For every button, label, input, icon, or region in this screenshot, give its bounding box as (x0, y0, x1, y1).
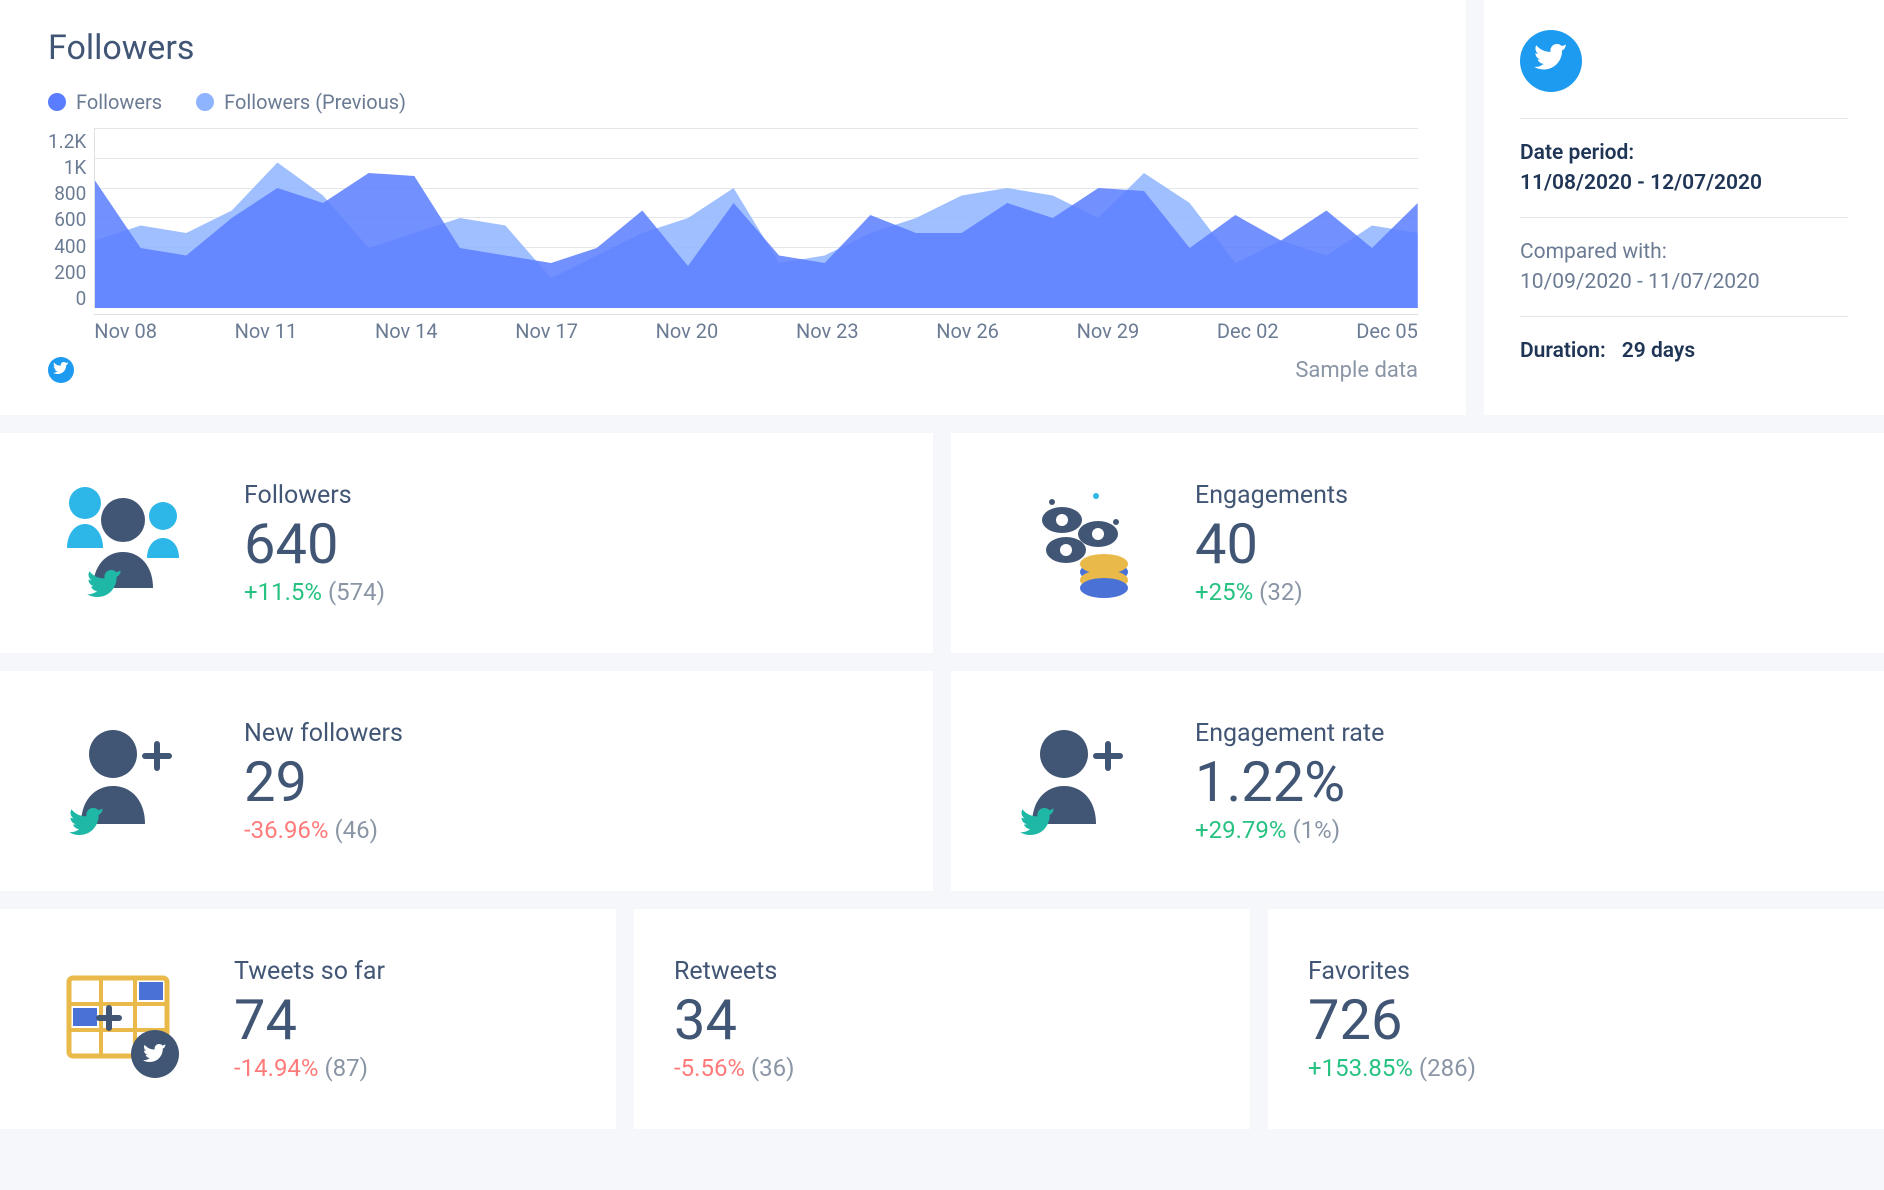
legend-label: Followers (76, 90, 162, 114)
ytick: 200 (54, 261, 86, 284)
metric-label: Retweets (674, 957, 795, 986)
metric-engagements[interactable]: Engagements 40 +25% (32) (951, 433, 1884, 653)
chart-plot-area[interactable] (94, 128, 1418, 308)
compared-with-label: Compared with: (1520, 240, 1848, 264)
metric-change: +153.85% (286) (1308, 1054, 1476, 1082)
metric-label: Followers (244, 481, 385, 510)
xtick: Nov 29 (1077, 319, 1140, 343)
date-period-label: Date period: (1520, 141, 1848, 165)
xtick: Nov 17 (515, 319, 578, 343)
legend-swatch (48, 93, 66, 111)
xtick: Nov 08 (94, 319, 157, 343)
metric-change: -5.56% (36) (674, 1054, 795, 1082)
chart-xaxis: Nov 08 Nov 11 Nov 14 Nov 17 Nov 20 Nov 23 Nov … (94, 314, 1418, 343)
duration-label: Duration: (1520, 339, 1606, 363)
date-period-value: 11/08/2020 - 12/07/2020 (1520, 171, 1848, 195)
ytick: 0 (76, 287, 87, 310)
twitter-icon (1520, 30, 1582, 92)
tweets-icon (40, 949, 200, 1089)
metric-label: Favorites (1308, 957, 1476, 986)
followers-chart-card: Followers Followers Followers (Previous)… (0, 0, 1466, 415)
followers-icon (40, 473, 200, 613)
date-info-card: Date period: 11/08/2020 - 12/07/2020 Com… (1484, 0, 1884, 415)
ytick: 400 (54, 235, 86, 258)
ytick: 600 (54, 208, 86, 231)
legend-item-followers[interactable]: Followers (48, 90, 162, 114)
metric-label: Engagement rate (1195, 719, 1384, 748)
metric-value: 640 (244, 516, 385, 572)
engagements-icon (991, 473, 1151, 613)
xtick: Nov 20 (656, 319, 719, 343)
metric-change: +25% (32) (1195, 578, 1348, 606)
legend-swatch (196, 93, 214, 111)
metric-followers[interactable]: Followers 640 +11.5% (574) (0, 433, 933, 653)
metric-change: -14.94% (87) (234, 1054, 385, 1082)
metric-tweets[interactable]: Tweets so far 74 -14.94% (87) (0, 909, 616, 1129)
metric-change: +11.5% (574) (244, 578, 385, 606)
twitter-icon (48, 357, 74, 383)
chart-title: Followers (48, 28, 1418, 68)
metric-change: +29.79% (1%) (1195, 816, 1384, 844)
metric-favorites[interactable]: Favorites 726 +153.85% (286) (1268, 909, 1884, 1129)
ytick: 800 (54, 182, 86, 205)
metric-label: New followers (244, 719, 403, 748)
ytick: 1.2K (48, 130, 86, 153)
metric-retweets[interactable]: Retweets 34 -5.56% (36) (634, 909, 1250, 1129)
metric-value: 40 (1195, 516, 1348, 572)
metric-value: 34 (674, 992, 795, 1048)
metric-value: 29 (244, 754, 403, 810)
metric-value: 726 (1308, 992, 1476, 1048)
compared-with-value: 10/09/2020 - 11/07/2020 (1520, 270, 1848, 294)
metric-change: -36.96% (46) (244, 816, 403, 844)
xtick: Nov 11 (235, 319, 298, 343)
duration-value: 29 days (1622, 339, 1695, 363)
engagement-rate-icon (991, 711, 1151, 851)
metric-value: 1.22% (1195, 754, 1384, 810)
new-followers-icon (40, 711, 200, 851)
xtick: Dec 05 (1356, 319, 1418, 343)
sample-data-label: Sample data (1295, 358, 1418, 383)
xtick: Nov 23 (796, 319, 859, 343)
xtick: Nov 14 (375, 319, 438, 343)
legend-item-followers-previous[interactable]: Followers (Previous) (196, 90, 406, 114)
chart-yaxis: 1.2K 1K 800 600 400 200 0 (48, 128, 94, 310)
xtick: Nov 26 (936, 319, 999, 343)
metric-engagement-rate[interactable]: Engagement rate 1.22% +29.79% (1%) (951, 671, 1884, 891)
ytick: 1K (64, 156, 87, 179)
legend-label: Followers (Previous) (224, 90, 406, 114)
metric-label: Engagements (1195, 481, 1348, 510)
chart-legend: Followers Followers (Previous) (48, 90, 1418, 114)
metric-label: Tweets so far (234, 957, 385, 986)
xtick: Dec 02 (1217, 319, 1279, 343)
metric-new-followers[interactable]: New followers 29 -36.96% (46) (0, 671, 933, 891)
metric-value: 74 (234, 992, 385, 1048)
